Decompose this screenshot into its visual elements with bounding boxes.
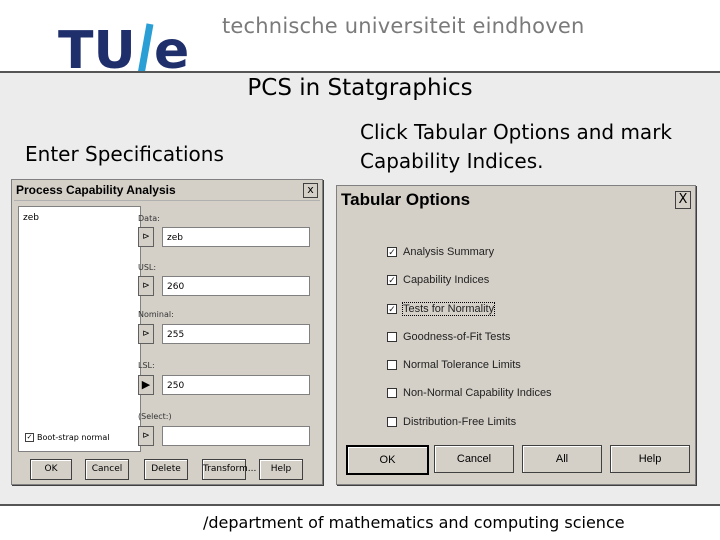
- process-capability-dialog: Process Capability Analysis x zeb Data: …: [11, 179, 323, 485]
- select-label: (Select:): [138, 412, 172, 421]
- delete-button[interactable]: Delete: [144, 459, 188, 480]
- transform-button[interactable]: Transform...: [202, 459, 256, 480]
- option-analysis-summary[interactable]: ✓ Analysis Summary: [387, 246, 494, 258]
- tabular-close-button[interactable]: X: [675, 191, 691, 209]
- university-name: technische universiteit eindhoven: [222, 14, 585, 38]
- option-checkbox[interactable]: [387, 360, 397, 371]
- tabular-titlebar[interactable]: Tabular Options X: [339, 188, 693, 212]
- bootstrap-checkbox-row[interactable]: ✓ Boot-strap normal: [25, 433, 109, 442]
- right-caption-line-1: Click Tabular Options and mark: [360, 120, 672, 144]
- right-caption-line-2: Capability Indices.: [360, 149, 544, 173]
- option-distribution-free-limits[interactable]: Distribution-Free Limits: [387, 416, 516, 428]
- select-field[interactable]: [162, 426, 310, 446]
- usl-arrow-button[interactable]: ⊳: [138, 276, 154, 296]
- nominal-label: Nominal:: [138, 310, 174, 319]
- variable-item[interactable]: zeb: [23, 213, 39, 223]
- tabular-title: Tabular Options: [341, 190, 471, 209]
- cancel-button[interactable]: Cancel: [85, 459, 129, 480]
- bootstrap-checkbox[interactable]: ✓: [25, 433, 34, 442]
- right-caption: Click Tabular Options and mark Capabilit…: [360, 118, 672, 176]
- option-checkbox[interactable]: ✓: [387, 304, 397, 315]
- option-label: Tests for Normality: [401, 302, 496, 316]
- option-tests-for-normality[interactable]: ✓ Tests for Normality: [387, 302, 496, 316]
- left-caption: Enter Specifications: [25, 142, 224, 166]
- pca-title: Process Capability Analysis: [16, 183, 176, 197]
- pca-close-button[interactable]: x: [303, 183, 318, 198]
- footer-divider: [0, 504, 720, 506]
- option-capability-indices[interactable]: ✓ Capability Indices: [387, 274, 489, 286]
- footer-text: /department of mathematics and computing…: [203, 513, 625, 532]
- option-goodness-of-fit[interactable]: Goodness-of-Fit Tests: [387, 331, 510, 343]
- option-checkbox[interactable]: ✓: [387, 275, 397, 286]
- nominal-field[interactable]: 255: [162, 324, 310, 344]
- tabular-ok-button[interactable]: OK: [346, 445, 429, 475]
- usl-label: USL:: [138, 263, 157, 272]
- lsl-label: LSL:: [138, 361, 155, 370]
- help-button[interactable]: Help: [259, 459, 303, 480]
- bootstrap-label: Boot-strap normal: [37, 433, 110, 442]
- data-field[interactable]: zeb: [162, 227, 310, 247]
- option-checkbox[interactable]: [387, 417, 397, 428]
- option-label: Non-Normal Capability Indices: [403, 387, 552, 399]
- option-normal-tolerance-limits[interactable]: Normal Tolerance Limits: [387, 359, 521, 371]
- slide-title: PCS in Statgraphics: [247, 75, 473, 101]
- option-label: Analysis Summary: [403, 246, 495, 258]
- data-label: Data:: [138, 214, 160, 223]
- tabular-cancel-button[interactable]: Cancel: [434, 445, 514, 473]
- option-non-normal-capability[interactable]: Non-Normal Capability Indices: [387, 387, 552, 399]
- option-label: Normal Tolerance Limits: [403, 359, 521, 371]
- usl-field[interactable]: 260: [162, 276, 310, 296]
- variable-list[interactable]: zeb: [18, 206, 141, 452]
- tabular-options-dialog: Tabular Options X ✓ Analysis Summary ✓ Cap…: [336, 185, 696, 485]
- tabular-help-button[interactable]: Help: [610, 445, 690, 473]
- select-arrow-button[interactable]: ⊳: [138, 426, 154, 446]
- ok-button[interactable]: OK: [30, 459, 72, 480]
- option-checkbox[interactable]: [387, 388, 397, 399]
- option-label: Capability Indices: [403, 274, 490, 286]
- tabular-all-button[interactable]: All: [522, 445, 602, 473]
- data-arrow-button[interactable]: ⊳: [138, 227, 154, 247]
- pca-titlebar[interactable]: Process Capability Analysis x: [14, 182, 320, 201]
- option-label: Goodness-of-Fit Tests: [403, 331, 511, 343]
- option-label: Distribution-Free Limits: [403, 416, 517, 428]
- lsl-arrow-button[interactable]: ▶: [138, 375, 154, 395]
- lsl-field[interactable]: 250: [162, 375, 310, 395]
- option-checkbox[interactable]: ✓: [387, 247, 397, 258]
- nominal-arrow-button[interactable]: ⊳: [138, 324, 154, 344]
- option-checkbox[interactable]: [387, 332, 397, 343]
